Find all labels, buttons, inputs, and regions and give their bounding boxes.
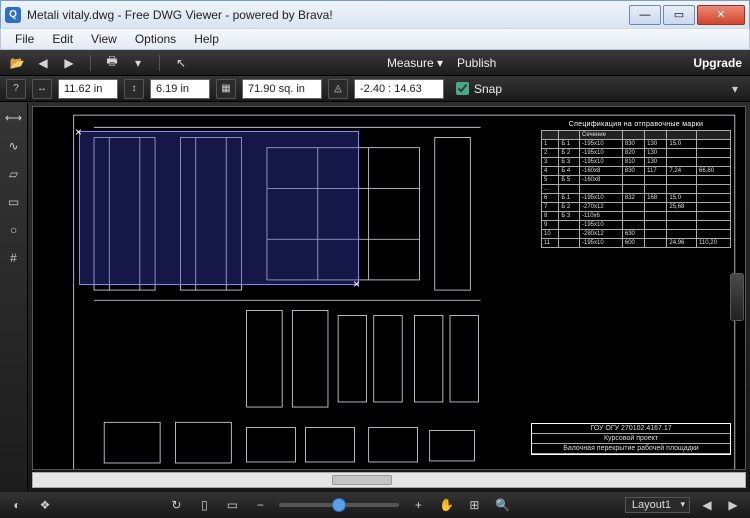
layout-select[interactable]: Layout1 xyxy=(625,497,690,513)
snap-label: Snap xyxy=(474,82,502,96)
polygon-tool-icon[interactable]: ▱ xyxy=(4,164,24,184)
table-row: 10-280x12630 xyxy=(542,230,731,239)
prev-icon[interactable]: ◀ xyxy=(34,54,52,72)
next-icon[interactable]: ▶ xyxy=(60,54,78,72)
menu-file[interactable]: File xyxy=(7,30,42,48)
minimize-button[interactable]: — xyxy=(629,5,661,25)
titleblock-org: ГОУ ОГУ 270102.4167.17 xyxy=(532,424,730,434)
measurebar-dropdown-icon[interactable]: ▾ xyxy=(726,82,744,96)
width-icon[interactable]: ↔ xyxy=(32,79,52,99)
coord-field[interactable]: -2.40 : 14.63 xyxy=(354,79,444,99)
polyline-tool-icon[interactable]: ∿ xyxy=(4,136,24,156)
pan-icon[interactable]: ✋ xyxy=(437,496,455,514)
table-row: 11-195x1060024,96110,20 xyxy=(542,239,731,248)
rotate-icon[interactable]: ↻ xyxy=(167,496,185,514)
maximize-button[interactable]: ▭ xyxy=(663,5,695,25)
area-field[interactable]: 71.90 sq. in xyxy=(242,79,322,99)
measure-button[interactable]: Measure ▾ xyxy=(387,56,443,70)
magnify-icon[interactable]: 🔍 xyxy=(493,496,511,514)
menu-help[interactable]: Help xyxy=(186,30,227,48)
height-icon[interactable]: ↕ xyxy=(124,79,144,99)
height-field[interactable]: 6.19 in xyxy=(150,79,210,99)
layout-next-icon[interactable]: ▶ xyxy=(724,496,742,514)
spec-table-title: Спецификация на отправочные марки xyxy=(541,121,731,128)
zoom-in-icon[interactable]: + xyxy=(409,496,427,514)
menu-options[interactable]: Options xyxy=(127,30,184,48)
title-block: ГОУ ОГУ 270102.4167.17 Курсовой проект Б… xyxy=(531,423,731,455)
titleblock-desc: Балочная перекрытие рабочей площадки xyxy=(532,444,730,454)
measurement-bar: ? ↔ 11.62 in ↕ 6.19 in ▦ 71.90 sq. in ◬ … xyxy=(0,76,750,102)
table-row: 4Б 4-160x88301177,2466,80 xyxy=(542,167,731,176)
workspace: ⟷ ∿ ▱ ▭ ○ # xyxy=(0,102,750,492)
titleblock-project: Курсовой проект xyxy=(532,434,730,444)
print-dropdown-icon[interactable]: ▾ xyxy=(129,54,147,72)
upgrade-button[interactable]: Upgrade xyxy=(693,56,742,70)
canvas-container: Спецификация на отправочные марки Сечени… xyxy=(28,102,750,492)
menu-view[interactable]: View xyxy=(83,30,125,48)
snap-checkbox[interactable] xyxy=(456,82,469,95)
menubar: File Edit View Options Help xyxy=(0,28,750,50)
spec-table: Спецификация на отправочные марки Сечени… xyxy=(541,121,731,248)
zoom-out-icon[interactable]: − xyxy=(251,496,269,514)
layers-icon[interactable]: ❖ xyxy=(36,496,54,514)
table-row: 7Б 2-270x1225,68 xyxy=(542,203,731,212)
area-icon[interactable]: ▦ xyxy=(216,79,236,99)
table-row: 6Б 1-195x1083216815,0 xyxy=(542,194,731,203)
dimension-tool-icon[interactable]: ⟷ xyxy=(4,108,24,128)
scrollbar-thumb[interactable] xyxy=(332,475,392,485)
main-toolbar: 📂 ◀ ▶ 🖶 ▾ ↖ Measure ▾ Publish Upgrade xyxy=(0,50,750,76)
fit-page-icon[interactable]: ▯ xyxy=(195,496,213,514)
fit-width-icon[interactable]: ▭ xyxy=(223,496,241,514)
horizontal-scrollbar[interactable] xyxy=(32,472,746,488)
rectangle-tool-icon[interactable]: ▭ xyxy=(4,192,24,212)
coord-icon[interactable]: ◬ xyxy=(328,79,348,99)
table-row: ... xyxy=(542,185,731,194)
table-row: 9-195x10 xyxy=(542,221,731,230)
zoom-slider[interactable] xyxy=(279,503,399,507)
cursor-icon[interactable]: ↖ xyxy=(172,54,190,72)
close-button[interactable]: ✕ xyxy=(697,5,745,25)
window-title: Metali vitaly.dwg - Free DWG Viewer - po… xyxy=(27,8,627,22)
publish-button[interactable]: Publish xyxy=(457,56,496,70)
open-icon[interactable]: 📂 xyxy=(8,54,26,72)
layout-prev-icon[interactable]: ◀ xyxy=(698,496,716,514)
table-row: 5Б 5-160x8 xyxy=(542,176,731,185)
left-tool-sidebar: ⟷ ∿ ▱ ▭ ○ # xyxy=(0,102,28,492)
zoom-window-icon[interactable]: ⊞ xyxy=(465,496,483,514)
app-icon: Q xyxy=(5,7,21,23)
print-icon[interactable]: 🖶 xyxy=(103,54,121,72)
drawing-canvas[interactable]: Спецификация на отправочные марки Сечени… xyxy=(32,106,746,470)
contrast-icon[interactable]: ◐ xyxy=(8,496,26,514)
table-row: 8Б 3-110x6 xyxy=(542,212,731,221)
table-row: 3Б 3-195x10810130 xyxy=(542,158,731,167)
count-tool-icon[interactable]: # xyxy=(4,248,24,268)
info-icon[interactable]: ? xyxy=(6,79,26,99)
circle-tool-icon[interactable]: ○ xyxy=(4,220,24,240)
chevron-down-icon: ▾ xyxy=(437,56,443,70)
bottom-toolbar: ◐ ❖ ↻ ▯ ▭ − + ✋ ⊞ 🔍 Layout1 ◀ ▶ xyxy=(0,492,750,518)
table-row: 1Б 1-195x1083013015,0 xyxy=(542,140,731,149)
menu-edit[interactable]: Edit xyxy=(44,30,81,48)
snap-toggle[interactable]: Snap xyxy=(456,82,502,96)
window-titlebar: Q Metali vitaly.dwg - Free DWG Viewer - … xyxy=(0,0,750,28)
table-row: 2Б 2-195x10820130 xyxy=(542,149,731,158)
width-field[interactable]: 11.62 in xyxy=(58,79,118,99)
vertical-resizer[interactable] xyxy=(730,273,744,321)
